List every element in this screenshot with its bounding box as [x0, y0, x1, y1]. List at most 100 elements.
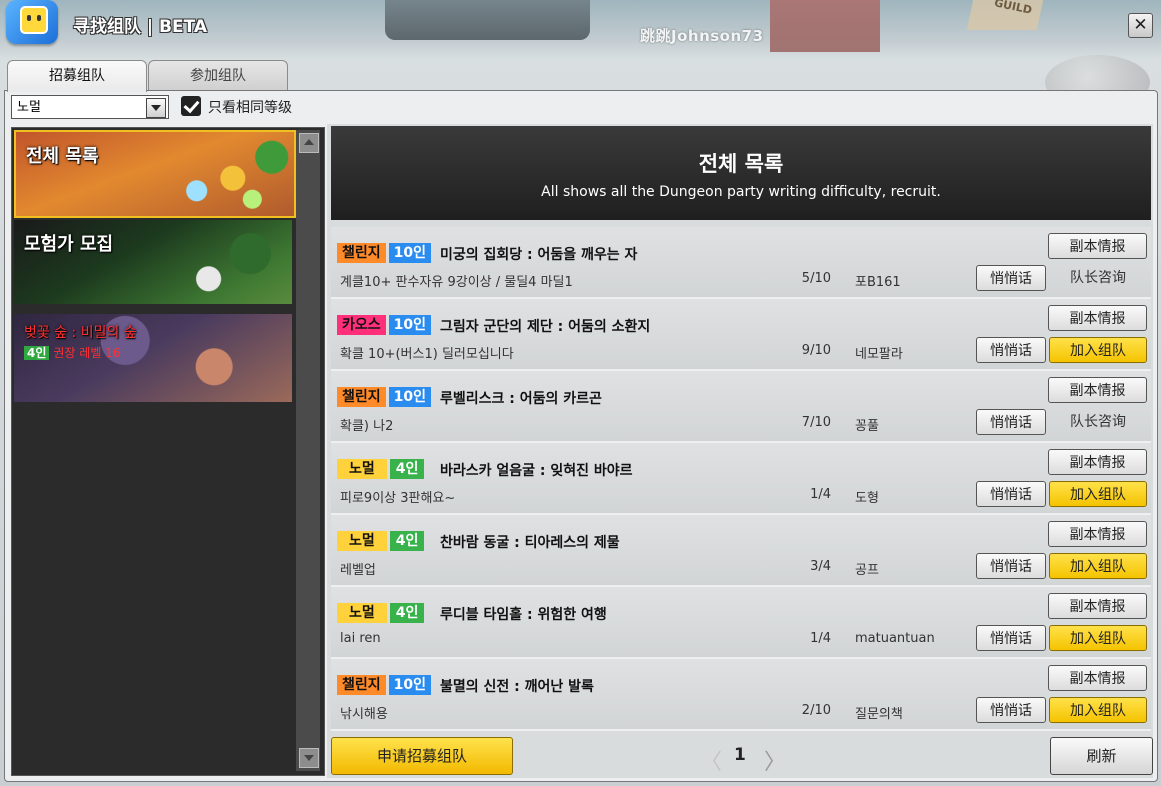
party-row[interactable]: 카오스 10인 그림자 군단의 제단 : 어둠의 소환지확클 10+(버스1) 딜러… [331, 299, 1151, 371]
party-memo: 낚시해용 [340, 707, 388, 722]
difficulty-selected-label: 노멀 [17, 100, 41, 115]
dungeon-name: 불멸의 신전 : 깨어난 발록 [440, 679, 594, 695]
join-party-button[interactable]: 加入组队 [1049, 481, 1147, 507]
tab-recruit[interactable]: 招募组队 [7, 60, 147, 92]
dungeon-info-button[interactable]: 副本情报 [1048, 521, 1147, 547]
party-badges: 노멀 4인 [337, 459, 425, 479]
bg-red-banner [770, 0, 880, 52]
party-badges: 노멀 4인 [337, 603, 425, 623]
party-memo: lai ren [340, 631, 381, 646]
party-row[interactable]: 챌린지 10인 불멸의 신전 : 깨어난 발록 낚시해용 2/10 질문의책 副本情报 悄悄话… [331, 659, 1151, 731]
ask-leader-label: 队长咨询 [1070, 270, 1126, 286]
whisper-button[interactable]: 悄悄话 [976, 409, 1046, 435]
dungeon-info-button[interactable]: 副本情报 [1048, 233, 1147, 259]
chevron-right-icon[interactable]: 〉 [764, 744, 786, 776]
party-badges: 챌린지 10인 [337, 243, 432, 263]
dungeon-info-button[interactable]: 副本情报 [1048, 305, 1147, 331]
party-memo: 피로9이상 3판해요~ [340, 491, 456, 506]
party-leader: 질문의책 [855, 707, 903, 722]
category-subtitle: 4인 권장 레벨 16 [24, 344, 120, 361]
party-size-badge: 10인 [388, 387, 432, 407]
member-count: 7/10 [801, 415, 831, 430]
same-level-label: 只看相同等级 [208, 100, 292, 116]
difficulty-select[interactable]: 노멀 [11, 95, 169, 119]
party-memo: 레벨업 [340, 563, 376, 578]
difficulty-badge: 노멀 [337, 459, 387, 479]
category-all[interactable]: 전체 목록 [14, 130, 296, 218]
chevron-left-icon[interactable]: 〈 [700, 744, 722, 776]
party-size-badge: 4인 [389, 531, 425, 551]
party-leader: 네모팔라 [855, 347, 903, 362]
difficulty-badge: 챌린지 [337, 387, 386, 407]
category-adventurer-recruit[interactable]: 모험가 모집 [14, 220, 292, 304]
dungeon-info-button[interactable]: 副本情报 [1048, 665, 1147, 691]
party-row[interactable]: 챌린지 10인 미궁의 집회당 : 어둠을 깨우는 자계클10+ 판수자유 9강이상… [331, 227, 1151, 299]
member-count: 3/4 [810, 559, 831, 574]
dungeon-name: 미궁의 집회당 : 어둠을 깨우는 자 [440, 247, 638, 263]
dungeon-info-button[interactable]: 副本情报 [1048, 593, 1147, 619]
member-count: 9/10 [801, 343, 831, 358]
party-memo: 확클) 나2 [340, 419, 394, 434]
party-leader: 도형 [855, 491, 879, 506]
party-leader: matuantuan [855, 631, 935, 646]
scroll-down-icon[interactable] [299, 748, 319, 768]
category-title: 벚꽃 숲 : 비밀의 숲 [24, 325, 137, 341]
tab-join[interactable]: 参加组队 [148, 60, 288, 91]
whisper-button[interactable]: 悄悄话 [976, 481, 1046, 507]
list-header: 전체 목록 All shows all the Dungeon party wr… [331, 126, 1151, 220]
chevron-down-icon[interactable] [146, 98, 166, 118]
party-size-badge: 4인 [389, 603, 425, 623]
difficulty-badge: 노멀 [337, 531, 387, 551]
party-badges: 카오스 10인 [337, 315, 432, 335]
party-size-badge: 10인 [388, 315, 432, 335]
category-title: 전체 목록 [26, 146, 99, 167]
party-size-badge: 10인 [388, 675, 432, 695]
party-row[interactable]: 노멀 4인 바라스카 얼음굴 : 잊혀진 바야르피로9이상 3판해요~ 1/4 도형 副本… [331, 443, 1151, 515]
join-party-button[interactable]: 加入组队 [1049, 553, 1147, 579]
dungeon-name: 바라스카 얼음굴 : 잊혀진 바야르 [440, 463, 633, 479]
member-count: 5/10 [801, 271, 831, 286]
ask-leader-label: 队长咨询 [1070, 414, 1126, 430]
bg-player-name: 跳跳Johnson73 [640, 27, 764, 45]
category-cherry-forest[interactable]: 벚꽃 숲 : 비밀의 숲 4인 권장 레벨 16 [14, 314, 292, 402]
whisper-button[interactable]: 悄悄话 [976, 697, 1046, 723]
recommended-level: 권장 레벨 16 [53, 346, 121, 360]
difficulty-badge: 챌린지 [337, 243, 386, 263]
whisper-button[interactable]: 悄悄话 [976, 265, 1046, 291]
dungeon-info-button[interactable]: 副本情报 [1048, 449, 1147, 475]
party-memo: 확클 10+(버스1) 딜러모십니다 [340, 347, 514, 362]
scroll-up-icon[interactable] [299, 133, 319, 153]
join-party-button[interactable]: 加入组队 [1049, 697, 1147, 723]
list-header-title: 전체 목록 [698, 152, 784, 176]
dungeon-name: 찬바람 동굴 : 티아레스의 제물 [440, 535, 620, 551]
page-number: 1 [734, 745, 746, 765]
dungeon-info-button[interactable]: 副本情报 [1048, 377, 1147, 403]
whisper-button[interactable]: 悄悄话 [976, 553, 1046, 579]
category-scrollbar[interactable] [296, 130, 320, 771]
party-leader: 꽁풀 [855, 419, 879, 434]
difficulty-badge: 노멀 [337, 603, 387, 623]
member-count: 1/4 [810, 487, 831, 502]
party-row[interactable]: 노멀 4인 루디블 타임홀 : 위험한 여행 lai ren 1/4 matuantuan… [331, 587, 1151, 659]
whisper-button[interactable]: 悄悄话 [976, 337, 1046, 363]
difficulty-badge: 카오스 [337, 315, 386, 335]
dungeon-name: 루벨리스크 : 어둠의 카르곤 [440, 391, 602, 407]
party-row[interactable]: 챌린지 10인 루벨리스크 : 어둠의 카르곤확클) 나2 7/10 꽁풀 副本情报 悄悄话… [331, 371, 1151, 443]
party-memo: 계클10+ 판수자유 9강이상 / 물딜4 마딜1 [340, 275, 573, 290]
dungeon-name: 그림자 군단의 제단 : 어둠의 소환지 [440, 319, 651, 335]
party-row[interactable]: 노멀 4인 찬바람 동굴 : 티아레스의 제물레벨업 3/4 공프 副本情报 悄悄话 加入组队 [331, 515, 1151, 587]
close-button[interactable]: ✕ [1128, 13, 1153, 38]
refresh-button[interactable]: 刷新 [1050, 737, 1153, 775]
recruit-party-button[interactable]: 申请招募组队 [331, 737, 513, 775]
party-badges: 챌린지 10인 [337, 387, 432, 407]
join-party-button[interactable]: 加入组队 [1049, 625, 1147, 651]
dungeon-name: 루디블 타임홀 : 위험한 여행 [440, 607, 607, 623]
join-party-button[interactable]: 加入组队 [1049, 337, 1147, 363]
same-level-checkbox[interactable] [181, 96, 201, 116]
party-leader: 공프 [855, 563, 879, 578]
category-list: 전체 목록 모험가 모집 벚꽃 숲 : 비밀의 숲 4인 권장 레벨 16 [11, 127, 325, 776]
list-header-subtitle: All shows all the Dungeon party writing … [541, 184, 941, 200]
whisper-button[interactable]: 悄悄话 [976, 625, 1046, 651]
party-badges: 챌린지 10인 [337, 675, 432, 695]
party-size-badge: 10인 [388, 243, 432, 263]
